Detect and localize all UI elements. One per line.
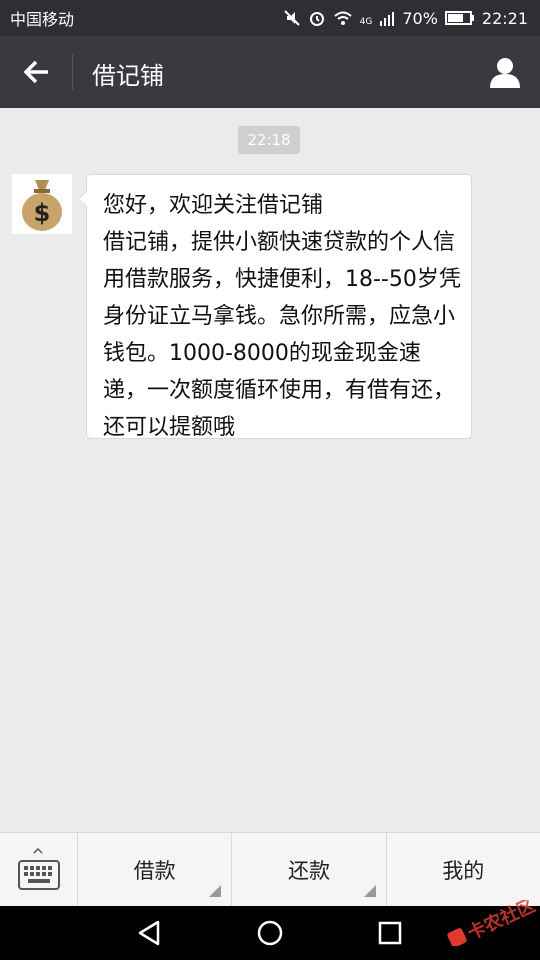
signal-icon	[380, 12, 395, 26]
status-bar: 中国移动 4G 70% 22:21	[0, 0, 540, 36]
menu-item-mine[interactable]: 我的	[387, 833, 540, 907]
alarm-icon	[309, 12, 324, 26]
title-bar: 借记铺	[0, 36, 540, 108]
money-bag-icon: $	[12, 174, 72, 234]
menu-item-label: 借款	[133, 859, 176, 883]
message-bubble: 您好，欢迎关注借记铺 借记铺，提供小额快速贷款的个人信用借款服务，快捷便利，18…	[78, 174, 472, 440]
menu-item-label: 我的	[442, 859, 485, 883]
status-icons: 4G 70% 22:21	[283, 9, 540, 28]
avatar[interactable]: $	[12, 174, 72, 234]
page-title: 借记铺	[92, 62, 164, 90]
network-type-label: 4G	[359, 16, 373, 27]
mute-icon	[283, 10, 300, 26]
menu-item-label: 还款	[287, 859, 330, 883]
timestamp: 22:18	[238, 126, 300, 154]
submenu-indicator-icon	[363, 885, 376, 897]
chat-area: 22:18 $ 您好，欢迎关注借记铺 借记铺，提供小额快速贷款的个人信用借款服务…	[0, 108, 540, 832]
submenu-indicator-icon	[209, 885, 222, 897]
user-icon[interactable]	[488, 56, 522, 88]
back-arrow-icon[interactable]	[18, 56, 54, 88]
divider	[72, 54, 73, 90]
carrier-label: 中国移动	[10, 10, 75, 29]
svg-text:卡农社区: 卡农社区	[464, 900, 539, 944]
keyboard-toggle-button[interactable]	[0, 833, 78, 907]
bottom-menu: 借款 还款 我的	[0, 832, 540, 907]
back-triangle-icon[interactable]	[134, 918, 164, 948]
recents-square-icon[interactable]	[375, 918, 405, 948]
menu-item-loan[interactable]: 借款	[78, 833, 233, 907]
watermark-logo: 卡农社区	[447, 900, 539, 946]
svg-text:$: $	[34, 199, 51, 227]
menu-item-repay[interactable]: 还款	[232, 833, 387, 907]
home-circle-icon[interactable]	[255, 918, 285, 948]
battery-percent: 70%	[402, 8, 438, 28]
battery-icon	[444, 11, 474, 25]
message-text: 您好，欢迎关注借记铺 借记铺，提供小额快速贷款的个人信用借款服务，快捷便利，18…	[103, 193, 461, 440]
wifi-icon	[333, 11, 352, 25]
clock: 22:21	[481, 8, 528, 28]
keyboard-icon	[18, 847, 60, 890]
